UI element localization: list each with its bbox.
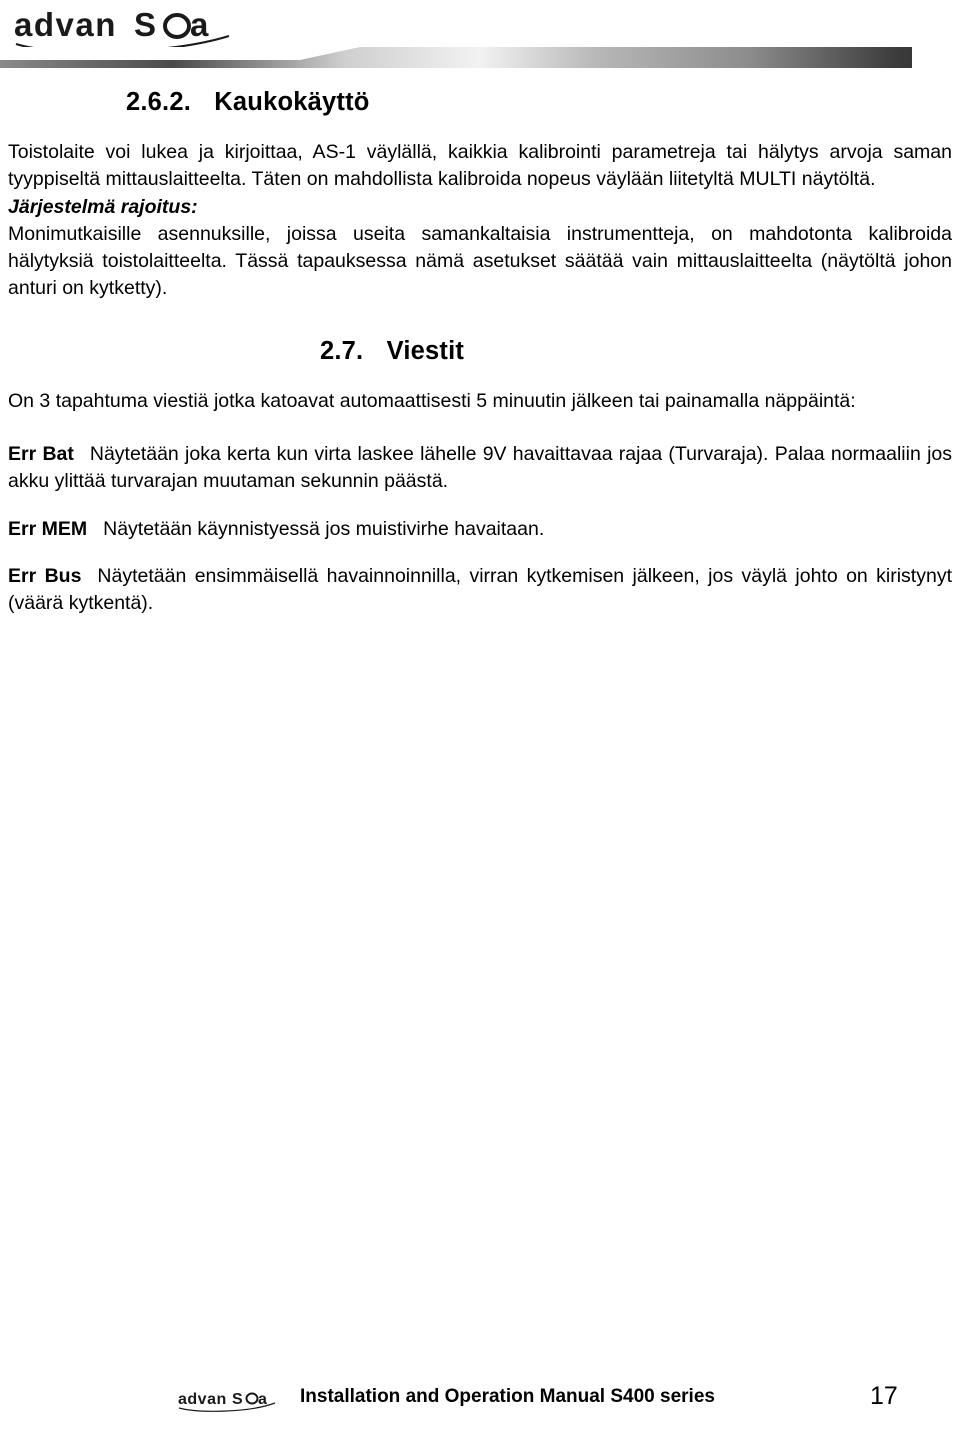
svg-text:S: S [134, 6, 158, 43]
message-term-err-mem: Err MEM [8, 517, 88, 540]
svg-text:a: a [190, 6, 210, 43]
svg-text:advan: advan [14, 6, 117, 43]
section-title-text: Kaukokäyttö [214, 88, 370, 116]
section-heading-2-6-2: 2.6.2. Kaukokäyttö [8, 88, 952, 117]
message-err-bat: Err Bat Näytetään joka kerta kun virta la… [8, 441, 952, 496]
svg-text:advan: advan [178, 1391, 227, 1408]
subheading-system-limitation: Järjestelmä rajoitus: [8, 195, 198, 218]
page-footer: advan S a Installation and Operation Man… [0, 1382, 960, 1424]
svg-text:S: S [232, 1391, 243, 1408]
message-text-err-bus: Näytetään ensimmäisellä havainnoinnilla,… [8, 564, 952, 615]
message-text-err-bat: Näytetään joka kerta kun virta laskee lä… [8, 443, 952, 493]
paragraph-remote-control: Toistolaite voi lukea ja kirjoittaa, AS-… [8, 141, 952, 191]
section-heading-2-7: 2.7. Viestit [8, 337, 952, 366]
section-title-text-2: Viestit [386, 336, 465, 365]
message-err-bus: Err Bus Näytetään ensimmäisellä havainnoi… [8, 563, 952, 618]
footer-title: Installation and Operation Manual S400 s… [300, 1386, 715, 1407]
page-content: 2.6.2. Kaukokäyttö Toistolaite voi lukea… [0, 88, 960, 638]
paragraph-system-limitation: Monimutkaisille asennuksille, joissa use… [8, 222, 952, 300]
message-err-mem: Err MEM Näytetään käynnistyessä jos muist… [8, 516, 952, 543]
section-number: 2.6.2. [126, 88, 191, 116]
header-gradient-bar [0, 47, 960, 68]
page-header: advan S a [0, 0, 960, 80]
message-text-err-mem: Näytetään käynnistyessä jos muistivirhe … [103, 517, 545, 540]
footer-page-number: 17 [870, 1382, 898, 1410]
footer-advansea-logo: advan S a [178, 1388, 288, 1412]
message-term-err-bat: Err Bat [8, 443, 74, 466]
message-term-err-bus: Err Bus [8, 564, 82, 587]
section-number-2: 2.7. [320, 336, 364, 365]
paragraph-messages-intro: On 3 tapahtuma viestiä jotka katoavat au… [8, 389, 856, 412]
